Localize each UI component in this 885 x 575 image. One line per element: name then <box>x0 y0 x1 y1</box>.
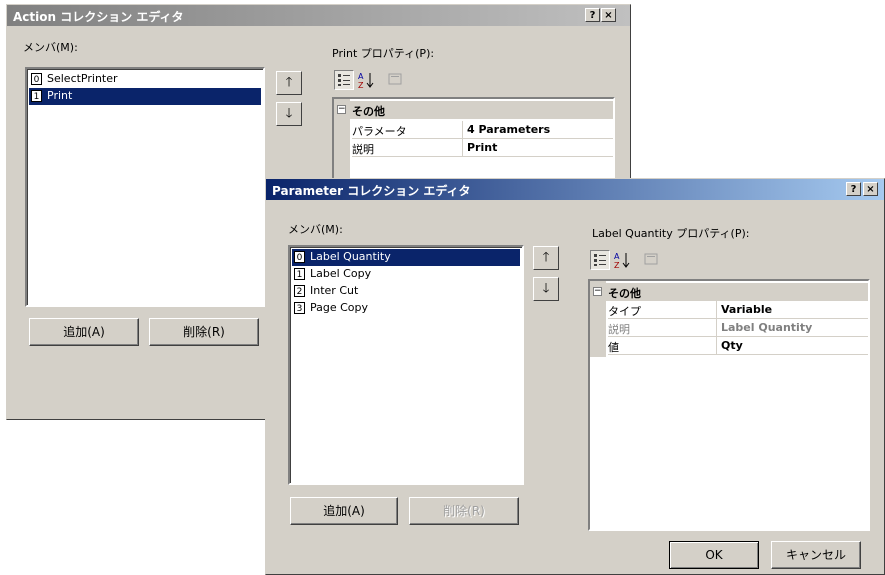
item-label: Label Copy <box>310 267 372 280</box>
column-separator <box>716 301 717 319</box>
property-value[interactable]: Variable <box>721 303 772 316</box>
svg-text:A: A <box>358 72 364 81</box>
item-index: 3 <box>294 302 305 314</box>
item-label: Print <box>47 89 73 102</box>
category-name: その他 <box>608 287 641 300</box>
property-name: パラメータ <box>352 125 407 138</box>
list-item[interactable]: 2 Inter Cut <box>292 283 520 300</box>
property-name: タイプ <box>608 305 641 318</box>
svg-text:Z: Z <box>614 261 620 270</box>
property-name: 説明 <box>608 323 630 336</box>
arrow-up-icon: 🡑 <box>285 75 293 90</box>
list-item[interactable]: 1 Label Copy <box>292 266 520 283</box>
row-divider <box>608 354 868 355</box>
parameter-remove-button[interactable]: 削除(R) <box>409 497 519 525</box>
item-label: Label Quantity <box>310 250 391 263</box>
column-separator <box>462 139 463 157</box>
property-pages-icon[interactable] <box>642 250 662 270</box>
category-name: その他 <box>352 105 385 118</box>
parameter-members-label: メンバ(M): <box>288 223 343 236</box>
column-separator <box>716 319 717 337</box>
category-row[interactable]: − その他 <box>334 101 613 119</box>
parameter-window-title: Parameter コレクション エディタ <box>272 184 471 198</box>
parameter-close-button[interactable]: × <box>863 182 878 196</box>
category-row[interactable]: − その他 <box>590 283 868 301</box>
property-row[interactable]: タイプ Variable <box>590 301 868 319</box>
categorized-icon[interactable] <box>590 250 610 270</box>
item-index: 0 <box>294 251 305 263</box>
property-pages-icon[interactable] <box>386 70 406 90</box>
property-row[interactable]: 説明 Print <box>334 139 613 157</box>
action-move-up-button[interactable]: 🡑 <box>276 71 302 95</box>
column-separator <box>716 337 717 355</box>
arrow-down-icon: 🡓 <box>285 106 293 121</box>
property-row[interactable]: パラメータ 4 Parameters <box>334 121 613 139</box>
svg-text:A: A <box>614 252 620 261</box>
arrow-up-icon: 🡑 <box>542 250 550 265</box>
parameter-collection-editor-window: Parameter コレクション エディタ ? × メンバ(M): 0 Labe… <box>265 178 885 575</box>
property-value[interactable]: Print <box>467 141 497 154</box>
item-index: 1 <box>294 268 305 280</box>
action-title-bar[interactable]: Action コレクション エディタ ? × <box>7 5 630 26</box>
alphabetical-icon[interactable]: AZ <box>356 70 376 90</box>
item-index: 2 <box>294 285 305 297</box>
parameter-add-button[interactable]: 追加(A) <box>290 497 398 525</box>
property-name: 値 <box>608 341 619 354</box>
collapse-icon[interactable]: − <box>337 105 346 114</box>
parameter-members-list[interactable]: 0 Label Quantity 1 Label Copy 2 Inter Cu… <box>288 245 524 485</box>
property-value[interactable]: 4 Parameters <box>467 123 550 136</box>
parameter-help-button[interactable]: ? <box>846 182 861 196</box>
property-value[interactable]: Label Quantity <box>721 321 812 334</box>
action-add-button[interactable]: 追加(A) <box>29 318 139 346</box>
row-divider <box>352 156 613 157</box>
action-property-toolbar: AZ <box>332 69 432 93</box>
item-label: SelectPrinter <box>47 72 118 85</box>
action-properties-label: Print プロパティ(P): <box>332 47 435 60</box>
list-item[interactable]: 0 SelectPrinter <box>29 71 261 88</box>
list-item-selected[interactable]: 0 Label Quantity <box>292 249 520 266</box>
cancel-button[interactable]: キャンセル <box>771 541 861 569</box>
action-members-label: メンバ(M): <box>23 41 78 54</box>
action-members-list[interactable]: 0 SelectPrinter 1 Print <box>25 67 265 307</box>
item-index: 1 <box>31 90 42 102</box>
parameter-property-grid[interactable]: − その他 タイプ Variable 説明 Label Quantity 値 Q… <box>588 279 870 531</box>
item-label: Page Copy <box>310 301 369 314</box>
svg-text:Z: Z <box>358 81 364 90</box>
parameter-property-toolbar: AZ <box>588 249 688 273</box>
categorized-icon[interactable] <box>334 70 354 90</box>
parameter-move-up-button[interactable]: 🡑 <box>533 246 559 270</box>
column-separator <box>462 121 463 139</box>
arrow-down-icon: 🡓 <box>542 281 550 296</box>
property-value[interactable]: Qty <box>721 339 743 352</box>
action-remove-button[interactable]: 削除(R) <box>149 318 259 346</box>
ok-button[interactable]: OK <box>669 541 759 569</box>
action-property-grid[interactable]: − その他 パラメータ 4 Parameters 説明 Print <box>332 97 615 179</box>
action-move-down-button[interactable]: 🡓 <box>276 102 302 126</box>
collapse-icon[interactable]: − <box>593 287 602 296</box>
item-label: Inter Cut <box>310 284 359 297</box>
list-item-selected[interactable]: 1 Print <box>29 88 261 105</box>
item-index: 0 <box>31 73 42 85</box>
alphabetical-icon[interactable]: AZ <box>612 250 632 270</box>
property-row-readonly[interactable]: 説明 Label Quantity <box>590 319 868 337</box>
property-name: 説明 <box>352 143 374 156</box>
action-close-button[interactable]: × <box>601 8 616 22</box>
action-window-title: Action コレクション エディタ <box>13 10 184 24</box>
action-help-button[interactable]: ? <box>585 8 600 22</box>
property-row[interactable]: 値 Qty <box>590 337 868 355</box>
parameter-properties-label: Label Quantity プロパティ(P): <box>592 227 750 240</box>
parameter-title-bar[interactable]: Parameter コレクション エディタ ? × <box>266 179 884 200</box>
parameter-move-down-button[interactable]: 🡓 <box>533 277 559 301</box>
list-item[interactable]: 3 Page Copy <box>292 300 520 317</box>
